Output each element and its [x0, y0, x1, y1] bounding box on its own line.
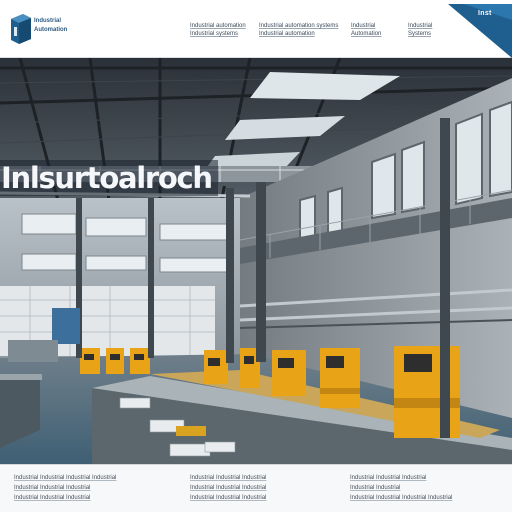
- footer-link[interactable]: Industrial Industrial Industrial: [350, 473, 500, 483]
- hero-title: Inlsurtoalroch: [0, 160, 218, 196]
- nav-link-2-line-1: Industrial automation systems: [259, 23, 339, 29]
- corner-tab: [448, 4, 512, 58]
- brand-line-2: Automation: [34, 27, 68, 33]
- factory-illustration: [0, 58, 512, 464]
- footer-link[interactable]: Industrial Industrial: [350, 483, 500, 493]
- brand-line-1: Industrial: [34, 18, 62, 24]
- footer-column-2: Industrial Industrial Industrial Industr…: [190, 473, 330, 503]
- nav-link-3[interactable]: Industrial Automation: [351, 22, 381, 38]
- nav-link-1-line-2: Industrial systems: [190, 31, 239, 37]
- nav-link-3-line-2: Automation: [351, 31, 382, 37]
- site-header: Industrial Automation Industrial automat…: [0, 0, 512, 58]
- footer-link[interactable]: Industrial Industrial Industrial Industr…: [350, 493, 500, 503]
- footer-link[interactable]: Industrial Industrial Industrial: [190, 493, 330, 503]
- footer-link[interactable]: Industrial Industrial Industrial: [190, 473, 330, 483]
- nav-link-2[interactable]: Industrial automation systems Industrial…: [259, 22, 338, 38]
- nav-link-2-line-2: Industrial automation: [259, 31, 315, 37]
- footer-link[interactable]: Industrial Industrial Industrial: [14, 483, 164, 493]
- nav-link-1-line-1: Industrial automation: [190, 23, 246, 29]
- footer-link[interactable]: Industrial Industrial Industrial: [14, 493, 164, 503]
- footer-column-1: Industrial Industrial Industrial Industr…: [14, 473, 164, 503]
- corner-label[interactable]: Inst: [478, 10, 492, 17]
- footer-link[interactable]: Industrial Industrial Industrial: [190, 483, 330, 493]
- logo-icon[interactable]: [9, 13, 33, 45]
- hero-section: Inlsurtoalroch: [0, 58, 512, 464]
- nav-link-4[interactable]: Industrial Systems: [408, 22, 432, 38]
- footer-column-3: Industrial Industrial Industrial Industr…: [350, 473, 500, 503]
- footer-link[interactable]: Industrial Industrial Industrial Industr…: [14, 473, 164, 483]
- footer: Industrial Industrial Industrial Industr…: [0, 464, 512, 512]
- brand-name: Industrial Automation: [34, 17, 94, 35]
- nav-link-3-line-1: Industrial: [351, 23, 376, 29]
- nav-link-4-line-1: Industrial: [408, 23, 433, 29]
- nav-link-4-line-2: Systems: [408, 31, 432, 37]
- nav-link-1[interactable]: Industrial automation Industrial systems: [190, 22, 246, 38]
